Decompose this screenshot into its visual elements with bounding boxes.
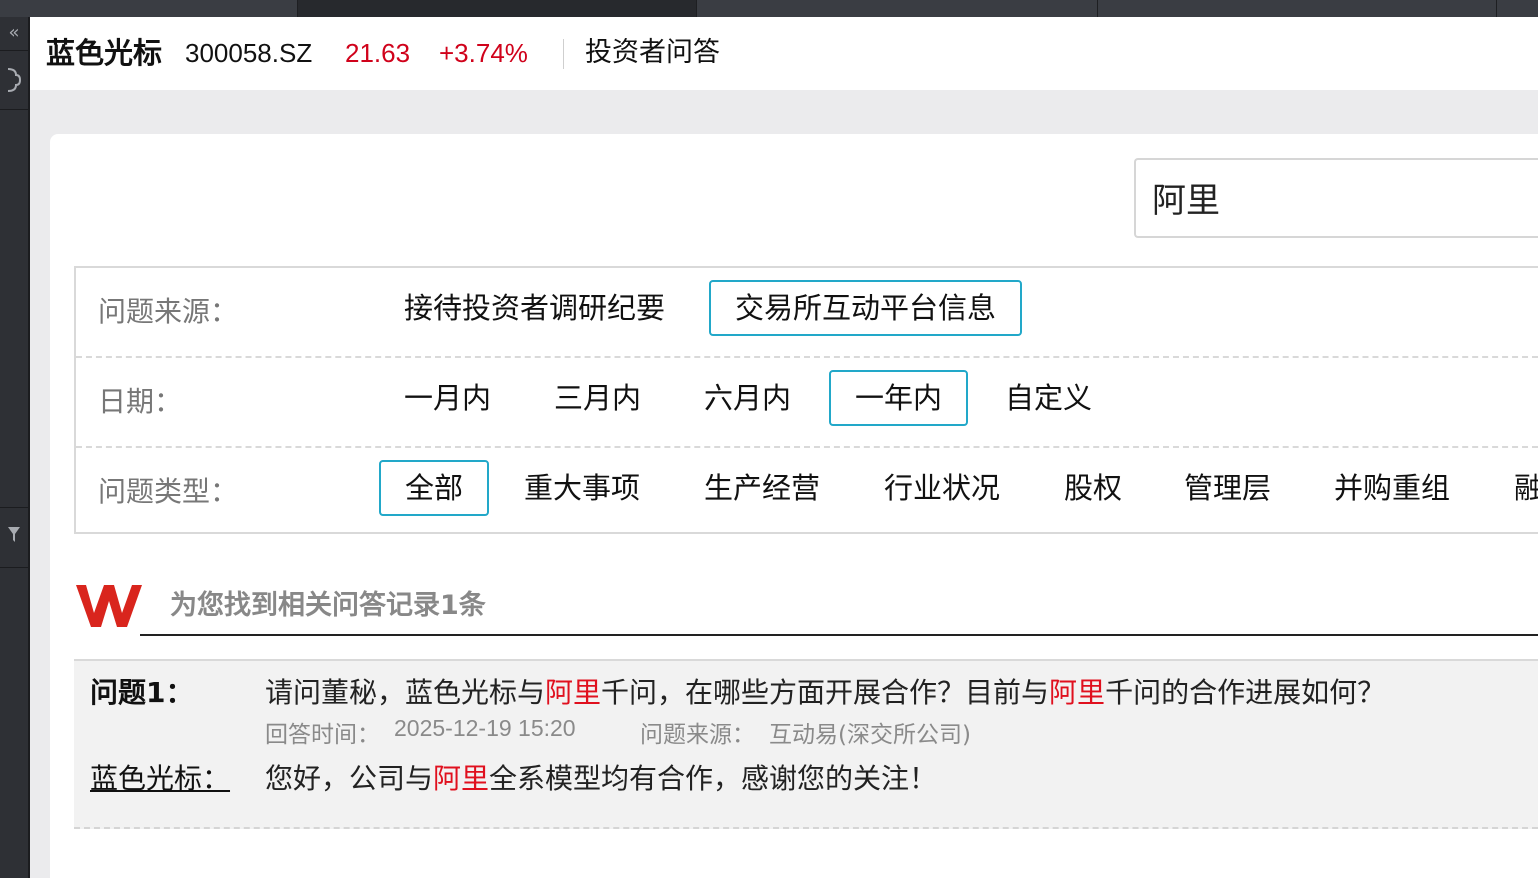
filter-option-source-exchange[interactable]: 交易所互动平台信息: [709, 280, 1023, 336]
filter-option-date-custom[interactable]: 自定义: [981, 370, 1116, 426]
plugin-icon[interactable]: [0, 67, 28, 98]
filter-option-source-research[interactable]: 接待投资者调研纪要: [380, 280, 689, 336]
stock-name: 蓝色光标: [46, 36, 163, 70]
filter-option-type-ma[interactable]: 并购重组: [1310, 460, 1474, 516]
filter-option-type-major[interactable]: 重大事项: [500, 460, 664, 516]
result-divider: [140, 634, 1538, 636]
keyword-highlight: 阿里: [1049, 676, 1106, 709]
top-tab-strip: [0, 0, 1538, 17]
stock-header: 蓝色光标 300058.SZ 21.63 +3.74% 投资者问答: [30, 17, 1538, 90]
question-label: 问题1：: [90, 676, 194, 709]
window-tab[interactable]: [1098, 0, 1497, 17]
qa-card: 问题来源： 接待投资者调研纪要 交易所互动平台信息 日期： 一月内 三月内 六月…: [50, 134, 1538, 878]
keyword-highlight: 阿里: [545, 676, 602, 709]
qa-item: 问题1： 请问董秘，蓝色光标与阿里千问，在哪些方面开展合作？目前与阿里千问的合作…: [74, 659, 1538, 829]
filter-option-type-operation[interactable]: 生产经营: [680, 460, 844, 516]
question-source-label: 问题来源：: [640, 722, 755, 748]
wind-logo-icon: [76, 585, 142, 627]
answer-time: 2025-12-19 15:20: [394, 715, 576, 741]
answer-time-label: 回答时间：: [265, 722, 380, 748]
filter-row-type: 问题类型： 全部 重大事项 生产经营 行业状况 股权 管理层 并购重组 融: [76, 448, 1538, 536]
page-title: 投资者问答: [585, 37, 720, 68]
keyword-highlight: 阿里: [433, 762, 490, 795]
stock-change: +3.74%: [439, 38, 528, 68]
window-tab-active[interactable]: [298, 0, 697, 17]
left-rail: «: [0, 17, 30, 878]
filter-option-date-1m[interactable]: 一月内: [380, 370, 515, 426]
filter-label-date: 日期：: [98, 385, 183, 418]
filter-icon[interactable]: [0, 525, 28, 550]
answer-text: 您好，公司与阿里全系模型均有合作，感谢您的关注！: [265, 762, 938, 795]
stock-code: 300058.SZ: [185, 38, 313, 68]
filter-label-type: 问题类型：: [98, 475, 239, 508]
filter-panel: 问题来源： 接待投资者调研纪要 交易所互动平台信息 日期： 一月内 三月内 六月…: [74, 266, 1538, 534]
filter-option-type-equity[interactable]: 股权: [1040, 460, 1146, 516]
result-count: 为您找到相关问答记录1条: [170, 590, 486, 621]
filter-row-date: 日期： 一月内 三月内 六月内 一年内 自定义: [76, 358, 1538, 448]
search-input[interactable]: [1152, 174, 1532, 220]
filter-option-date-3m[interactable]: 三月内: [530, 370, 665, 426]
question-text: 请问董秘，蓝色光标与阿里千问，在哪些方面开展合作？目前与阿里千问的合作进展如何？: [265, 676, 1386, 709]
filter-option-type-all[interactable]: 全部: [379, 460, 490, 516]
filter-row-source: 问题来源： 接待投资者调研纪要 交易所互动平台信息: [76, 268, 1538, 358]
filter-option-date-6m[interactable]: 六月内: [680, 370, 815, 426]
stock-price: 21.63: [345, 38, 411, 68]
filter-option-date-1y[interactable]: 一年内: [829, 370, 969, 426]
double-chevron-left-icon[interactable]: «: [0, 23, 28, 43]
filter-option-type-financing[interactable]: 融: [1490, 460, 1538, 516]
title-divider: [563, 39, 564, 69]
search-box[interactable]: [1134, 158, 1538, 238]
window-tab[interactable]: [697, 0, 1098, 17]
question-source: 互动易(深交所公司): [769, 722, 971, 748]
answer-company-link[interactable]: 蓝色光标：: [90, 757, 230, 797]
window-tab[interactable]: [0, 0, 298, 17]
filter-option-type-management[interactable]: 管理层: [1160, 460, 1295, 516]
main-window: 蓝色光标 300058.SZ 21.63 +3.74% 投资者问答 问题来源： …: [30, 17, 1538, 878]
filter-label-source: 问题来源：: [98, 295, 239, 328]
filter-option-type-industry[interactable]: 行业状况: [860, 460, 1024, 516]
